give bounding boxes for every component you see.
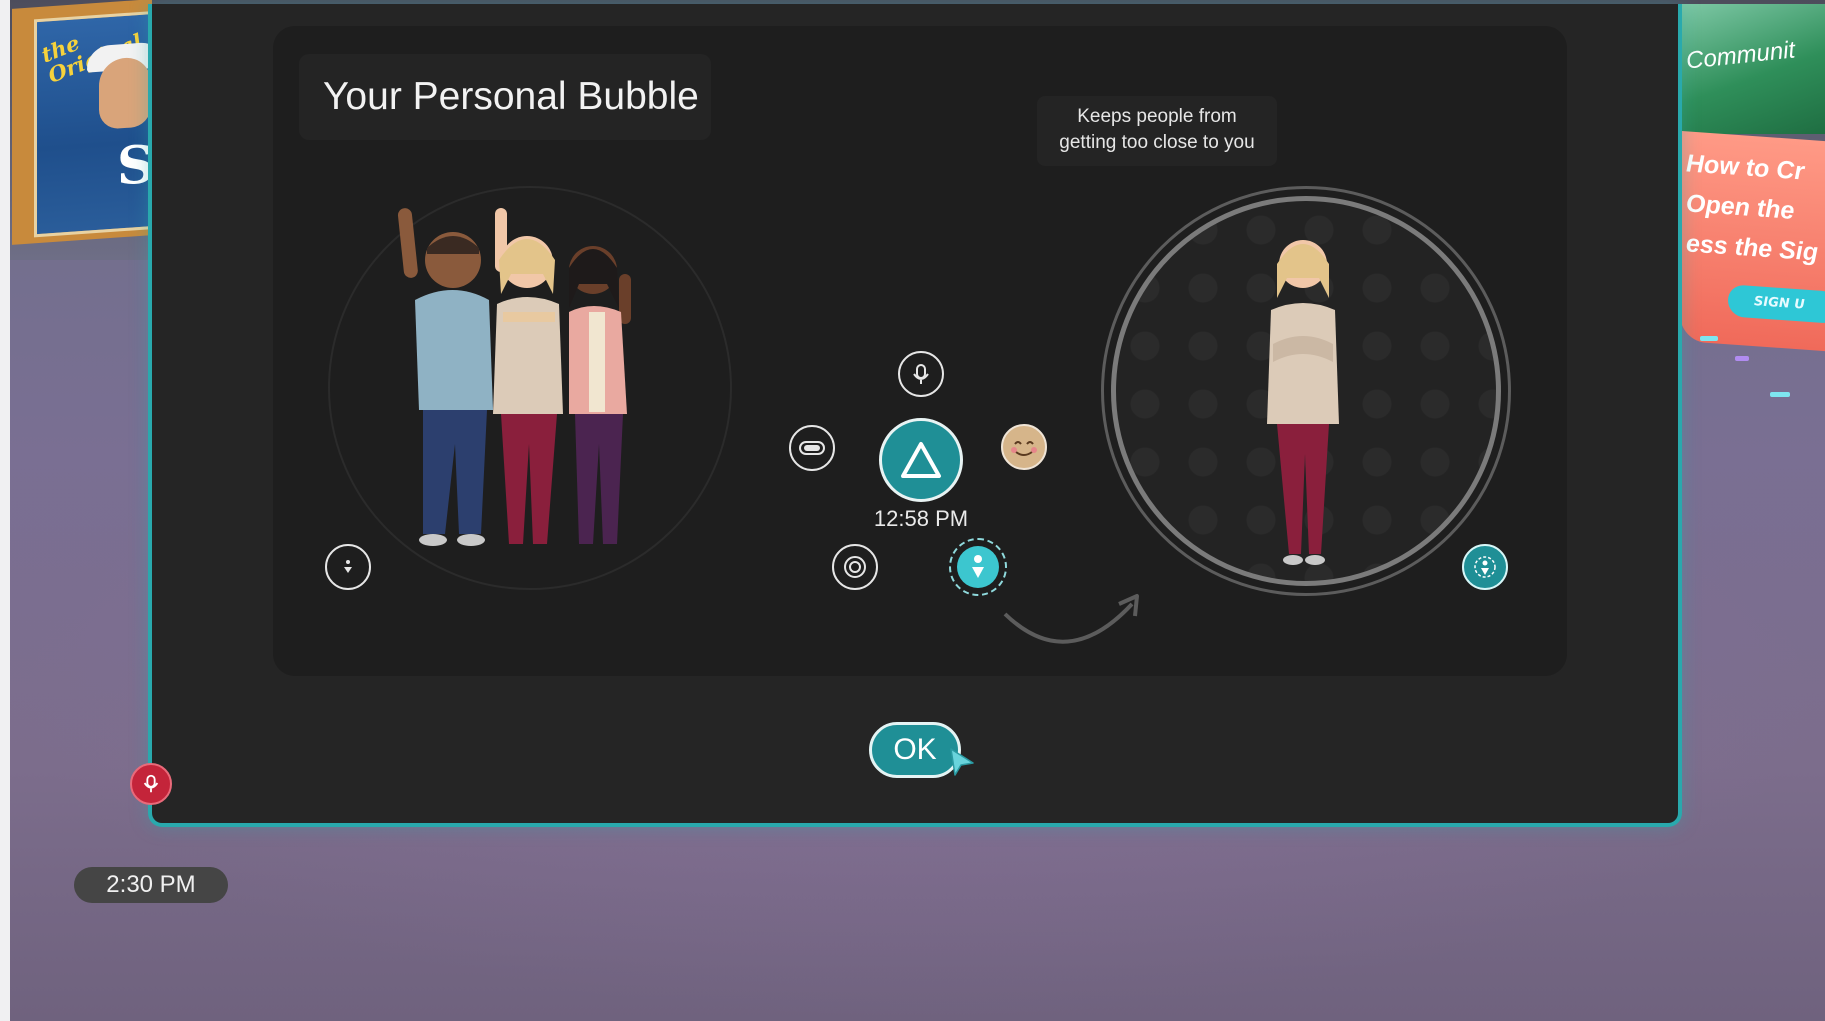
background-poster-right: Communit How to Cr Open the ess the Sig … [1680,4,1825,352]
dialog-title: Your Personal Bubble [323,75,699,118]
poster-line: ess the Sig [1686,229,1818,267]
home-triangle-icon [879,418,963,502]
floor-confetti [1735,356,1749,361]
curved-arrow-icon [1003,594,1139,644]
mic-muted-toggle[interactable] [130,763,172,805]
personal-bubble-dialog: Your Personal Bubble Keeps people from g… [148,4,1682,827]
poster-card: How to Cr Open the ess the Sig SIGN U [1680,130,1825,352]
microphone-icon [143,774,159,793]
poster-line: Open the [1686,189,1795,225]
pointer-cursor-icon [950,748,974,776]
hud-clock: 2:30 PM [74,867,228,903]
microphone-icon [898,351,944,397]
wrist-menu-time: 12:58 PM [853,506,989,532]
bubble-core [957,546,999,588]
floor-confetti [1700,336,1718,341]
avatar-group-illustration [397,208,631,546]
poster-sign-up-button: SIGN U [1728,284,1825,324]
info-bubble-icon [325,544,371,590]
ok-button[interactable]: OK [869,722,961,778]
poster-face-art [99,56,151,130]
background-poster-left: the Original S [12,0,163,245]
emoji-icon [1001,424,1047,470]
floor-confetti [1770,392,1790,397]
tutorial-panel: Your Personal Bubble Keeps people from g… [273,26,1567,676]
title-card: Your Personal Bubble [299,54,711,140]
poster-top-text: Communit [1684,36,1797,75]
headset-icon [789,425,835,471]
tip-line: getting too close to you [1059,132,1255,153]
tip-line: Keeps people from [1077,106,1237,127]
poster-top-art: Communit [1680,4,1825,134]
camera-icon [832,544,878,590]
avatar-in-bubble-illustration [1267,240,1339,565]
poster-art: the Original S [34,10,163,238]
tip-text: Keeps people from getting too close to y… [1037,104,1277,156]
window-edge [0,0,10,1021]
poster-line: How to Cr [1686,149,1805,186]
tip-card: Keeps people from getting too close to y… [1037,96,1277,166]
personal-bubble-active-icon [1462,544,1508,590]
